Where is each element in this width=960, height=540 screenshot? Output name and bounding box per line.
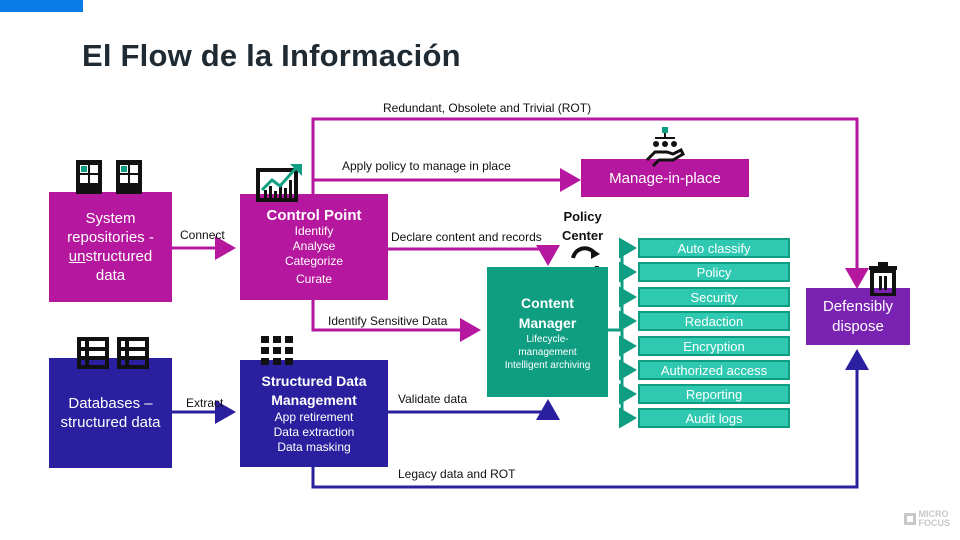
structured-item: App retirement: [274, 410, 354, 424]
system-repositories-line1: System: [85, 210, 136, 227]
feature-trunk: [608, 248, 624, 418]
underlined-prefix: un: [68, 248, 86, 265]
control-point-item: Analyse: [292, 239, 336, 253]
server-icon: [76, 160, 142, 194]
feature-encryption[interactable]: Encryption: [638, 336, 790, 356]
feature-auto-classify[interactable]: Auto classify: [638, 238, 790, 258]
database-icon: [77, 337, 149, 369]
databases-line2: structured data: [60, 414, 161, 431]
extract-label: Extract: [186, 396, 224, 410]
dispose-line1: Defensibly: [822, 297, 894, 315]
databases-line1: Databases –: [68, 395, 153, 412]
logo-line2: FOCUS: [918, 518, 951, 528]
feature-authorized-access[interactable]: Authorized access: [638, 360, 790, 380]
structured-title-line1: Structured Data: [261, 373, 367, 389]
control-point-title: Control Point: [266, 207, 362, 224]
rot-label: Redundant, Obsolete and Trivial (ROT): [383, 101, 592, 115]
feature-redaction[interactable]: Redaction: [638, 311, 790, 331]
control-point-node[interactable]: Control Point Identify Analyse Categoriz…: [240, 194, 388, 300]
grid-icon: [261, 336, 293, 365]
policy-center-line1: Policy: [563, 209, 602, 224]
trending-chart-icon: [256, 164, 302, 202]
content-manager-title-line1: Content: [521, 295, 574, 311]
connect-label: Connect: [180, 228, 225, 242]
structured-data-management-node[interactable]: Structured Data Management App retiremen…: [240, 360, 388, 467]
feature-policy[interactable]: Policy: [638, 262, 790, 282]
structured-item: Data masking: [277, 440, 351, 454]
logo-square: [903, 513, 916, 525]
feature-reporting[interactable]: Reporting: [638, 384, 790, 404]
control-point-item: Identify: [294, 224, 334, 238]
apply-policy-label: Apply policy to manage in place: [342, 159, 511, 173]
hand-network-icon: [645, 127, 685, 168]
feature-audit-logs[interactable]: Audit logs: [638, 408, 790, 428]
control-point-item: Categorize: [284, 254, 344, 268]
dispose-line2: dispose: [832, 317, 884, 335]
validate-label: Validate data: [398, 392, 468, 406]
content-manager-item: management: [518, 347, 577, 358]
feature-security[interactable]: Security: [638, 287, 790, 307]
content-manager-item: Lifecycle-: [526, 334, 569, 345]
identify-sensitive-label: Identify Sensitive Data: [328, 314, 448, 328]
content-manager-item: Intelligent archiving: [504, 360, 591, 371]
trash-icon: [869, 262, 897, 296]
content-manager-node[interactable]: Content Manager Lifecycle- management In…: [487, 267, 608, 397]
declare-label: Declare content and records: [391, 230, 542, 244]
legacy-label: Legacy data and ROT: [398, 467, 516, 481]
content-manager-title-line2: Manager: [518, 315, 577, 331]
line3-rest: structured: [85, 248, 153, 265]
defensibly-dispose-node[interactable]: Defensibly dispose: [806, 288, 910, 345]
databases-node[interactable]: Databases – structured data: [49, 358, 172, 468]
manage-in-place-label: Manage-in-place: [609, 169, 721, 187]
system-repositories-node[interactable]: System repositories - unstructured data: [49, 192, 172, 302]
control-point-item: Curate: [295, 272, 333, 286]
system-repositories-line4: data: [95, 267, 126, 284]
logo-text: MICRO FOCUS: [919, 510, 951, 528]
system-repositories-line2: repositories -: [67, 229, 154, 246]
micro-focus-logo: MICRO FOCUS: [903, 510, 951, 528]
policy-center-line2: Center: [562, 228, 604, 243]
system-repositories-line3: unstructured: [69, 247, 152, 266]
structured-item: Data extraction: [273, 425, 355, 439]
structured-title-line2: Management: [271, 392, 357, 408]
policy-center-label: Policy Center: [562, 207, 603, 245]
declare-line: [388, 245, 560, 266]
